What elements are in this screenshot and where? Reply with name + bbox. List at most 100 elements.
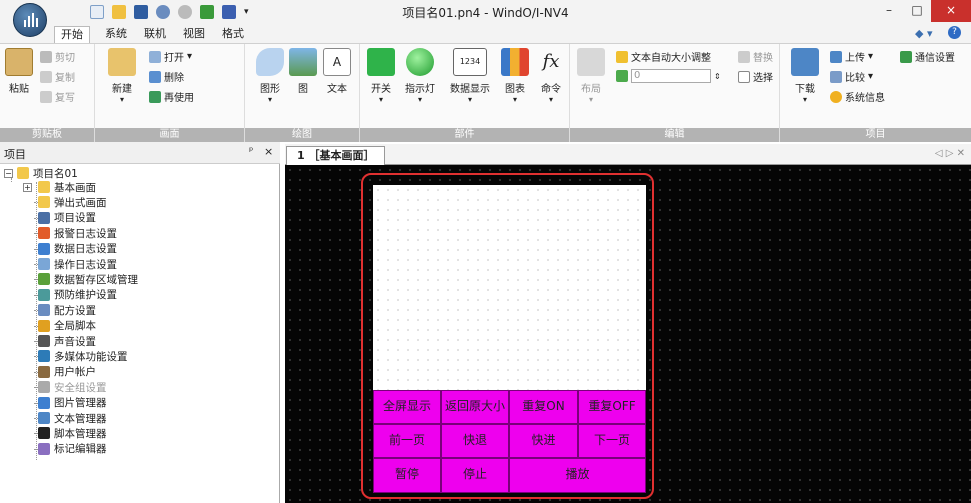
text-icon: A [323,48,351,76]
spinner-icon[interactable]: ⇕ [714,72,721,81]
group-clipboard: 粘贴 剪切 复制 复写 剪贴板 [0,44,95,142]
number-field[interactable]: 0 ⇕ [616,69,721,83]
select-button[interactable]: 选择 [738,69,773,84]
tab-home[interactable]: 开始 [54,26,90,43]
cursor-icon [738,70,750,83]
close-button[interactable]: × [931,0,971,22]
tree-item-picture-manager[interactable]: 图片管理器 [34,396,107,410]
layout-icon [577,48,605,76]
edit-canvas[interactable]: 全屏显示 返回原大小 重复ON 重复OFF 前一页 快退 快进 下一页 暂停 停… [285,165,971,503]
cut-button[interactable]: 剪切 [40,49,75,64]
tree-item-label: 全局脚本 [54,320,96,333]
tree-item-popup-screen[interactable]: 弹出式画面 [34,195,107,209]
tree-item-data-storage-area[interactable]: 数据暂存区域管理 [34,272,138,286]
tree-item-alarm-log-settings[interactable]: 报警日志设置 [34,226,117,240]
maximize-button[interactable]: □ [903,0,931,22]
text-button[interactable]: A 文本 [322,48,352,95]
download-button[interactable]: 下载 ▾ [790,48,820,104]
compare-button[interactable]: 比较 ▾ [830,69,873,84]
folder-icon [17,167,29,179]
tree-item-label: 数据暂存区域管理 [54,273,138,286]
expand-icon[interactable]: + [23,182,32,192]
tree-item-security-group[interactable]: 安全组设置 [34,380,107,394]
help-icon[interactable]: ? [948,26,961,39]
tree-item-recipe-settings[interactable]: 配方设置 [34,303,96,317]
minimize-button[interactable]: – [875,0,903,22]
picture-button[interactable]: 图 [288,48,318,95]
tree-root[interactable]: − 项目名01 [4,166,78,180]
delete-screen-button[interactable]: 删除 [149,69,184,84]
tab-basic-screen[interactable]: 1 ［基本画面］ [286,146,386,165]
maintenance-icon [38,288,50,301]
tree-item-project-settings[interactable]: 项目设置 [34,211,96,225]
group-label-clipboard: 剪贴板 [0,128,94,142]
tab-online[interactable]: 联机 [138,26,172,43]
tree-item-preventive-maintenance[interactable]: 预防维护设置 [34,288,117,302]
tag-editor-icon [38,442,50,455]
style-icon[interactable]: ◆ ▾ [915,27,932,40]
tree-item-data-log-settings[interactable]: 数据日志设置 [34,242,117,256]
reuse-screen-button[interactable]: 再使用 [149,89,194,104]
tab-system[interactable]: 系统 [99,26,133,43]
lamp-button[interactable]: 指示灯 ▾ [402,48,438,104]
data-display-button[interactable]: 1234 数据显示 ▾ [446,48,494,104]
tree-item-label: 报警日志设置 [54,227,117,240]
tree-item-tag-editor[interactable]: 标记编辑器 [34,442,107,456]
upload-button[interactable]: 上传 ▾ [830,49,873,64]
panel-close-icon[interactable]: × [264,145,273,158]
tree-item-label: 预防维护设置 [54,289,117,302]
ribbon: 粘贴 剪切 复制 复写 剪贴板 新建 ▾ 打开 ▾ 删除 再使用 画面 图形 ▾ 图… [0,43,971,142]
shape-button[interactable]: 图形 ▾ [255,48,285,104]
new-screen-button[interactable]: 新建 ▾ [107,48,137,104]
app-logo-icon [24,13,38,27]
tab-scroll-icon[interactable]: ◁ ▷ ✕ [935,148,965,159]
tree-item-text-manager[interactable]: 文本管理器 [34,411,107,425]
upload-icon [830,50,842,63]
format-copy-icon [40,90,52,103]
tree-item-label: 用户帐户 [54,366,96,379]
recipe-icon [38,304,50,317]
replace-button[interactable]: 替换 [738,49,773,64]
paste-button[interactable]: 粘贴 [4,48,34,95]
switch-button[interactable]: 开关 ▾ [366,48,396,104]
operation-log-icon [38,258,50,270]
system-info-button[interactable]: 系统信息 [830,89,885,104]
tree-item-basic-screen[interactable]: + 基本画面 [23,180,96,194]
collapse-icon[interactable]: − [4,168,13,178]
tree-item-sound-settings[interactable]: 声音设置 [34,334,96,348]
chart-button[interactable]: 图表 ▾ [500,48,530,104]
text-manager-icon [38,412,50,424]
pin-icon[interactable]: ᵖ [249,146,253,157]
tree-item-operation-log-settings[interactable]: 操作日志设置 [34,257,117,271]
compare-icon [830,70,842,83]
download-icon [791,48,819,76]
group-label-draw: 绘图 [245,128,359,142]
tree-item-user-accounts[interactable]: 用户帐户 [34,365,96,379]
layout-button[interactable]: 布局 ▾ [576,48,606,104]
auto-resize-icon [616,50,628,63]
script-manager-icon [38,427,50,440]
tab-format[interactable]: 格式 [216,26,250,43]
tree-item-multimedia-settings[interactable]: 多媒体功能设置 [34,349,128,363]
auto-text-resize-button[interactable]: 文本自动大小调整 [616,49,711,64]
paste-icon [5,48,33,76]
tree-item-script-manager[interactable]: 脚本管理器 [34,426,107,440]
command-icon: fx [542,51,560,72]
format-copy-button[interactable]: 复写 [40,89,75,104]
lamp-icon [406,48,434,76]
tree-item-label: 操作日志设置 [54,258,117,271]
group-project: 下载 ▾ 上传 ▾ 比较 ▾ 系统信息 通信设置 项目 [780,44,971,142]
tab-view[interactable]: 视图 [177,26,211,43]
open-screen-button[interactable]: 打开 ▾ [149,49,192,64]
tree-item-global-script[interactable]: 全局脚本 [34,319,96,333]
copy-button[interactable]: 复制 [40,69,75,84]
command-button[interactable]: fx 命令 ▾ [536,48,566,104]
project-panel-header: 项目 ᵖ × [0,142,280,164]
copy-icon [40,70,52,83]
comm-settings-button[interactable]: 通信设置 [900,49,955,64]
app-menu-button[interactable] [13,3,47,37]
group-screen: 新建 ▾ 打开 ▾ 删除 再使用 画面 [95,44,245,142]
replace-icon [738,50,750,63]
window-title: 项目名01.pn4 - WindO/I-NV4 [402,6,569,20]
tree-item-label: 项目设置 [54,212,96,225]
